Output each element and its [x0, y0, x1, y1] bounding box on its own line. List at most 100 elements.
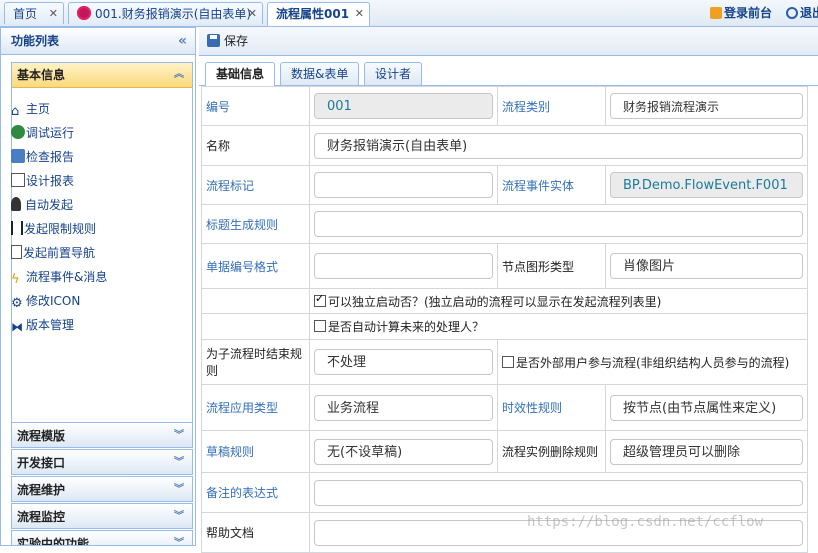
tab-flow-demo[interactable]: 001.财务报销演示(自由表单) ✕	[68, 2, 263, 24]
accordion-label: 流程模版	[17, 429, 66, 443]
sidebar-item-label: 自动发起	[25, 198, 74, 212]
tab-basic-info[interactable]: 基础信息	[205, 62, 276, 86]
sub-tab-bar: 基础信息 数据&表单 设计者	[199, 56, 818, 86]
can-start-checkbox[interactable]	[314, 292, 326, 307]
save-button[interactable]: 保存	[207, 32, 248, 50]
chevron-down-icon[interactable]: ︾	[174, 423, 184, 449]
mark-label: 流程标记	[201, 165, 310, 205]
tab-flow-properties[interactable]: 流程属性001 ✕	[267, 2, 370, 26]
tab-data-form[interactable]: 数据&表单	[280, 62, 360, 85]
sidebar-item-auto-start[interactable]: 自动发起	[11, 195, 73, 215]
title-rule-label: 标题生成规则	[201, 204, 310, 244]
no-field[interactable]: 001	[314, 93, 493, 119]
gear-icon: ⚙	[11, 296, 23, 311]
watermark: https://blog.csdn.net/ccflow	[527, 514, 764, 530]
timeliness-select[interactable]: 按节点(由节点属性来定义)	[610, 394, 803, 421]
sidebar-item-version-mgmt[interactable]: ⧓ 版本管理	[11, 315, 74, 335]
title-rule-field[interactable]	[314, 211, 803, 237]
function-list-panel: 功能列表 « 基本信息 ︽ ⌂ 主页 调试运行 检查报告 设计报表 自动发起 发起…	[0, 27, 196, 546]
tab-home-label: 首页	[13, 7, 38, 21]
form-row: 流程应用类型 业务流程 时效性规则 按节点(由节点属性来定义)	[201, 384, 808, 431]
navigation-icon	[11, 245, 22, 259]
accordion-flow-monitor[interactable]: 流程监控 ︾	[11, 503, 193, 529]
flow-gear-icon	[77, 6, 91, 20]
note-expr-label: 备注的表达式	[201, 472, 310, 513]
sidebar-item-home[interactable]: ⌂ 主页	[11, 99, 50, 119]
no-label: 编号	[201, 86, 310, 126]
chevron-down-icon[interactable]: ︾	[174, 504, 184, 530]
auto-calc-checkbox[interactable]	[314, 320, 326, 332]
sidebar-item-design-report[interactable]: 设计报表	[11, 171, 74, 191]
delete-rule-label: 流程实例删除规则	[497, 430, 606, 473]
bill-format-field[interactable]	[314, 253, 493, 279]
event-entity-label: 流程事件实体	[497, 165, 606, 205]
form-row: 备注的表达式	[201, 472, 808, 513]
sidebar-item-flow-events[interactable]: ϟ 流程事件&消息	[11, 267, 107, 287]
category-label: 流程类别	[497, 86, 606, 126]
exit-label: 退出	[800, 6, 818, 20]
accordion-label: 流程维护	[17, 483, 66, 497]
chevron-down-icon[interactable]: ︾	[174, 450, 184, 476]
auto-start-icon	[11, 197, 21, 211]
form-row: 名称 财务报销演示(自由表单)	[201, 125, 808, 166]
category-field[interactable]: 财务报销流程演示	[610, 93, 803, 119]
chevron-down-icon[interactable]: ︾	[174, 477, 184, 503]
note-expr-field[interactable]	[314, 479, 803, 506]
sidebar-item-label: 检查报告	[26, 150, 75, 164]
toolbar: 保存	[199, 27, 818, 56]
save-label: 保存	[224, 34, 249, 48]
run-icon	[11, 125, 25, 139]
flow-properties-panel: 保存 基础信息 数据&表单 设计者 编号 001 流程类别 财务报销流程演示 名…	[199, 27, 818, 553]
external-user-label: 是否外部用户参与流程(非组织结构人员参与的流程)	[516, 355, 790, 370]
delete-rule-select[interactable]: 超级管理员可以删除	[610, 438, 803, 465]
accordion-flow-maintenance[interactable]: 流程维护 ︾	[11, 476, 193, 502]
accordion-dev-interface[interactable]: 开发接口 ︾	[11, 449, 193, 475]
form-row: 是否自动计算未来的处理人？	[201, 313, 808, 340]
subflow-end-select[interactable]: 不处理	[314, 349, 493, 375]
auto-calc-label: 是否自动计算未来的处理人？	[328, 320, 485, 334]
draft-label: 草稿规则	[201, 430, 310, 473]
accordion-basic-info-header[interactable]: 基本信息 ︽	[12, 63, 192, 88]
chevron-up-icon[interactable]: ︽	[174, 63, 184, 87]
close-icon[interactable]: ✕	[49, 3, 58, 25]
sidebar-item-start-limit-rule[interactable]: 发起限制规则	[11, 219, 96, 239]
function-list-title: 功能列表	[11, 34, 60, 48]
chevron-down-icon[interactable]: ︾	[174, 531, 184, 545]
power-icon	[786, 7, 798, 19]
sidebar-item-debug-run[interactable]: 调试运行	[11, 123, 74, 143]
draft-select[interactable]: 无(不设草稿)	[314, 438, 493, 465]
accordion-flow-template[interactable]: 流程模版 ︾	[11, 422, 193, 448]
help-label: 帮助文档	[201, 512, 310, 553]
limit-rule-icon	[11, 221, 23, 235]
accordion-basic-info-title: 基本信息	[17, 68, 66, 82]
sidebar-item-check-report[interactable]: 检查报告	[11, 147, 74, 167]
design-report-icon	[11, 173, 25, 187]
app-type-label: 流程应用类型	[201, 384, 310, 431]
event-entity-field[interactable]: BP.Demo.FlowEvent.F001	[610, 172, 803, 198]
accordion-experimental[interactable]: 实验中的功能 ︾	[11, 530, 193, 546]
tab-home[interactable]: 首页 ✕	[4, 2, 64, 24]
app-type-select[interactable]: 业务流程	[314, 394, 493, 421]
can-start-row: 可以独立启动否？(独立启动的流程可以显示在发起流程列表里)	[309, 288, 808, 314]
sidebar-item-modify-icon[interactable]: ⚙ 修改ICON	[11, 291, 80, 311]
accordion-label: 实验中的功能	[17, 537, 90, 546]
name-field[interactable]: 财务报销演示(自由表单)	[314, 132, 803, 159]
close-icon[interactable]: ✕	[355, 3, 364, 25]
form-row: 单据编号格式 节点图形类型 肖像图片	[201, 243, 808, 289]
exit-link[interactable]: 退出	[786, 4, 818, 21]
sidebar-item-pre-start-nav[interactable]: 发起前置导航	[11, 243, 95, 263]
tab-flow-properties-label: 流程属性001	[276, 7, 350, 21]
mark-field[interactable]	[314, 172, 493, 198]
form-row: 可以独立启动否？(独立启动的流程可以显示在发起流程列表里)	[201, 288, 808, 314]
form-row: 标题生成规则	[201, 204, 808, 244]
function-list-header: 功能列表 «	[1, 28, 195, 55]
collapse-left-icon[interactable]: «	[178, 28, 187, 54]
name-label: 名称	[201, 125, 310, 166]
tab-designer[interactable]: 设计者	[364, 62, 423, 85]
external-user-checkbox[interactable]	[502, 355, 514, 368]
node-icon-select[interactable]: 肖像图片	[610, 253, 803, 279]
bill-format-label: 单据编号格式	[201, 243, 310, 289]
tab-flow-demo-label: 001.财务报销演示(自由表单)	[95, 7, 252, 21]
login-front-link[interactable]: 登录前台	[710, 4, 772, 21]
close-icon[interactable]: ✕	[248, 3, 257, 25]
